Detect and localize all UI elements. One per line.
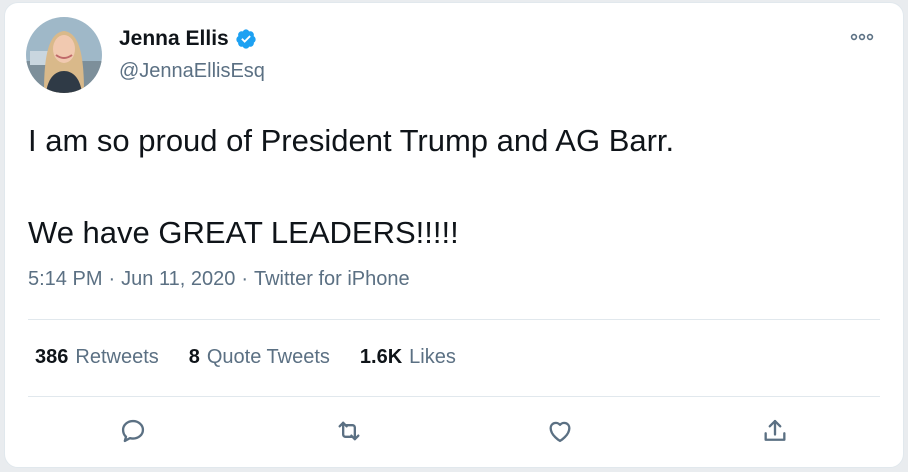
share-icon[interactable] (757, 413, 793, 449)
like-icon[interactable] (542, 413, 578, 449)
divider (28, 319, 880, 320)
quote-tweets-count: 8 (188, 346, 200, 368)
divider (28, 396, 880, 397)
quote-tweets-stat[interactable]: 8 Quote Tweets (189, 346, 330, 369)
tweet-stats: 386 Retweets 8 Quote Tweets 1.6K Likes (35, 346, 456, 369)
tweet-actions (5, 413, 905, 453)
likes-count: 1.6K (359, 346, 403, 368)
tweet-card: Jenna Ellis @JennaEllisEsq I am so proud… (4, 2, 904, 468)
likes-label: Likes (409, 346, 456, 368)
retweets-label: Retweets (75, 346, 159, 368)
verified-badge-icon (235, 28, 257, 50)
quote-tweets-label: Quote Tweets (206, 346, 330, 368)
retweet-icon[interactable] (331, 413, 367, 449)
more-icon[interactable] (849, 27, 875, 47)
likes-stat[interactable]: 1.6K Likes (360, 346, 456, 369)
retweets-stat[interactable]: 386 Retweets (35, 346, 159, 369)
tweet-text: I am so proud of President Trump and AG … (28, 123, 675, 250)
avatar[interactable] (26, 17, 102, 93)
reply-icon[interactable] (115, 413, 151, 449)
author-display-name[interactable]: Jenna Ellis (119, 27, 229, 51)
retweets-count: 386 (35, 346, 69, 368)
avatar-photo (26, 17, 102, 93)
tweet-source[interactable]: Twitter for iPhone (254, 268, 410, 291)
tweet-time[interactable]: 5:14 PM (28, 268, 102, 291)
tweet-meta: 5:14 PM · Jun 11, 2020 · Twitter for iPh… (28, 268, 410, 291)
author-name-row: Jenna Ellis (119, 27, 257, 51)
meta-separator: · (241, 268, 248, 290)
author-handle[interactable]: @JennaEllisEsq (119, 60, 265, 83)
meta-separator: · (108, 268, 116, 290)
tweet-date[interactable]: Jun 11, 2020 (121, 268, 235, 291)
